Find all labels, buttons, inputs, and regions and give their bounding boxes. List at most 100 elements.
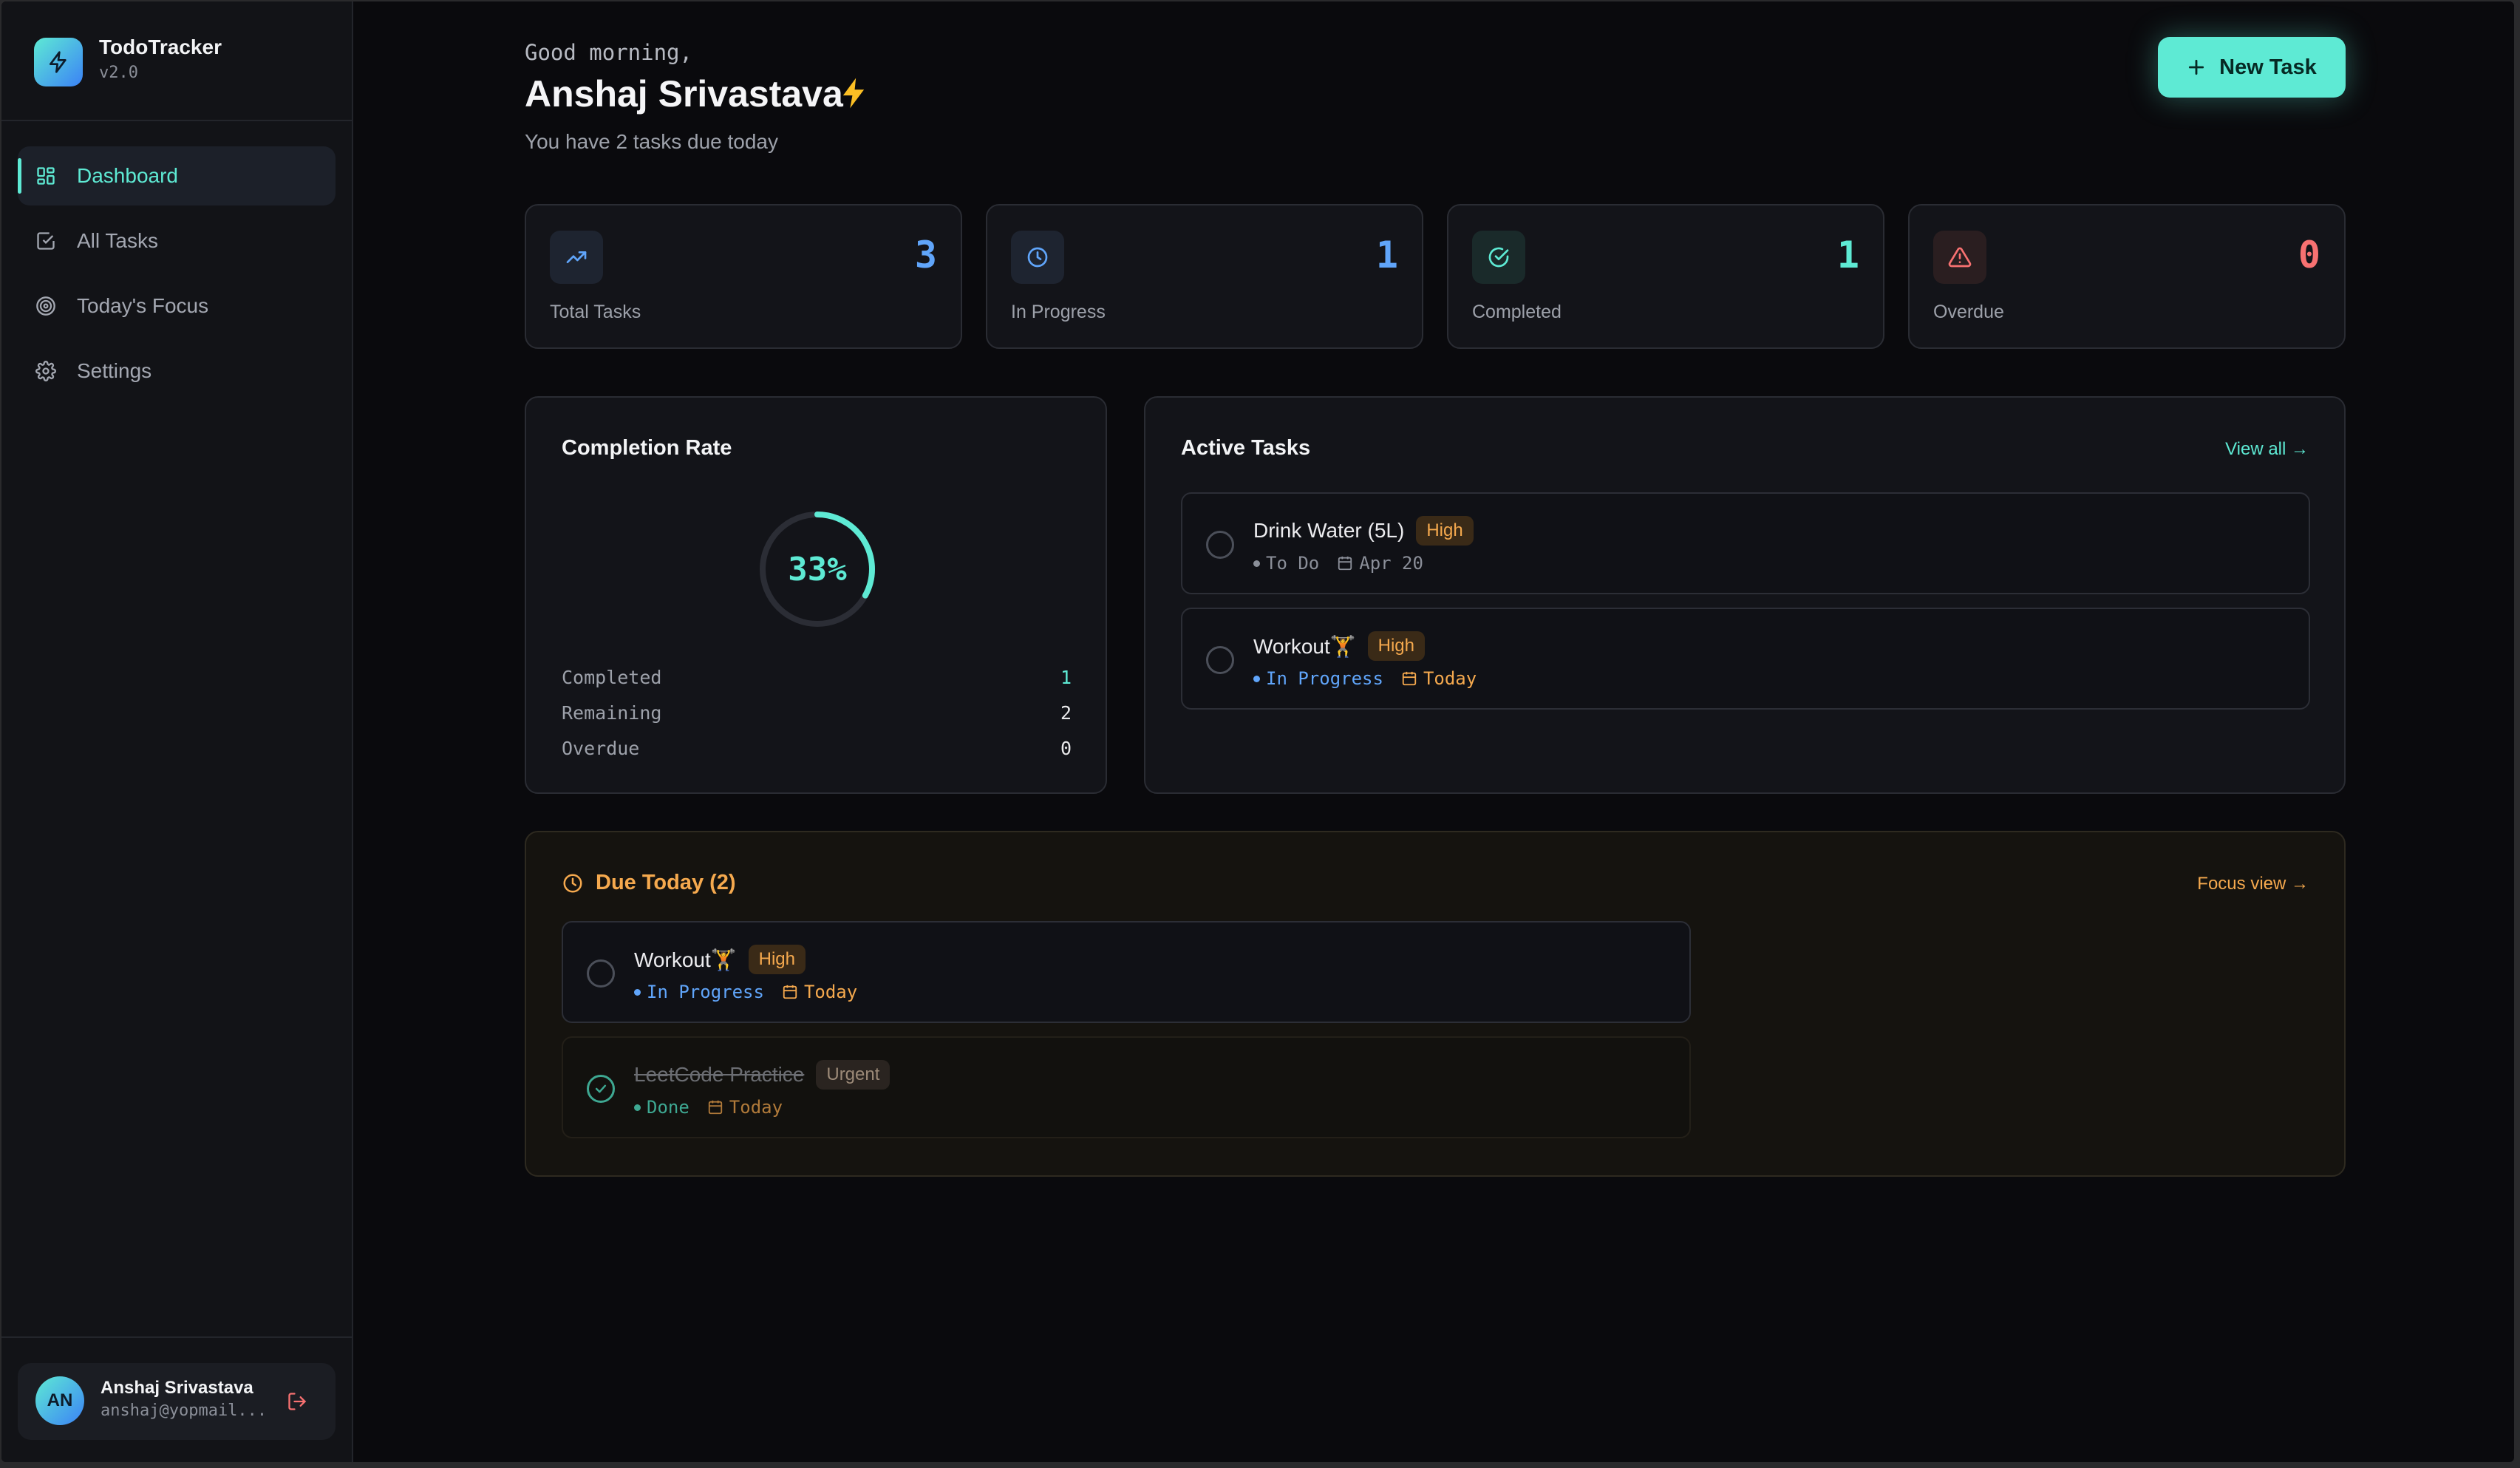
app-window: TodoTracker v2.0 Dashboard All Tasks Tod… [1, 1, 2514, 1462]
new-task-button[interactable]: New Task [2158, 37, 2346, 98]
sidebar-item-label: All Tasks [77, 229, 158, 252]
divider [1, 1336, 352, 1338]
priority-badge: High [1416, 516, 1474, 546]
calendar-icon [1402, 671, 1417, 686]
bolt-logo-icon [34, 38, 83, 86]
task-title-text: Workout🏋 [1253, 634, 1356, 658]
task-row[interactable]: Workout🏋 High In Progress Today [1181, 608, 2310, 710]
calendar-icon [708, 1100, 722, 1115]
section-title: Due Today (2) [562, 871, 736, 895]
task-title-text: LeetCode Practice [634, 1063, 805, 1086]
section-title: Active Tasks [1181, 436, 1311, 460]
new-task-label: New Task [2219, 55, 2317, 79]
sidebar-item-dashboard[interactable]: Dashboard [18, 146, 336, 205]
stat-card-completed: 1 Completed [1447, 204, 1884, 349]
task-title: LeetCode Practice Urgent [634, 1060, 890, 1090]
stat-value: 0 [2298, 234, 2320, 276]
task-meta: In Progress Today [634, 982, 857, 1002]
task-checkbox[interactable] [587, 959, 615, 988]
sidebar-item-label: Today's Focus [77, 294, 209, 317]
sidebar-item-label: Settings [77, 359, 152, 382]
rate-label: Remaining [562, 702, 662, 724]
stat-value: 1 [1836, 234, 1859, 276]
app-name: TodoTracker [99, 35, 222, 58]
page-title: Anshaj Srivastava [525, 73, 843, 115]
stat-label: Completed [1472, 302, 1562, 322]
task-title-text: Workout🏋 [634, 948, 737, 971]
focus-view-link[interactable]: Focus view → [2197, 874, 2309, 894]
task-title: Drink Water (5L) High [1253, 516, 1474, 546]
task-row[interactable]: Drink Water (5L) High To Do Apr 20 [1181, 492, 2310, 594]
app-version: v2.0 [99, 64, 138, 82]
task-row[interactable]: LeetCode Practice Urgent Done Today [562, 1036, 1691, 1138]
task-meta: In Progress Today [1253, 668, 1477, 689]
task-meta: To Do Apr 20 [1253, 553, 1423, 574]
rate-row-remaining: Remaining 2 [562, 702, 1072, 724]
stat-value: 1 [1375, 234, 1398, 276]
due-date: Apr 20 [1337, 553, 1423, 574]
due-date: Today [782, 982, 857, 1002]
sidebar-item-todays-focus[interactable]: Today's Focus [18, 276, 336, 336]
status-label: To Do [1253, 553, 1319, 574]
grid-icon [34, 164, 58, 188]
task-title-text: Drink Water (5L) [1253, 519, 1405, 542]
target-icon [34, 294, 58, 318]
rate-value: 1 [1060, 667, 1072, 688]
due-date: Today [1401, 668, 1477, 689]
view-all-link[interactable]: View all → [2225, 439, 2309, 460]
stat-label: Overdue [1933, 302, 2004, 322]
user-email: anshaj@yopmail... [101, 1401, 268, 1420]
completion-rate-card: Completion Rate 33% Completed 1 Remainin… [525, 396, 1107, 794]
calendar-icon [1338, 556, 1352, 571]
lightning-icon [840, 77, 868, 113]
sidebar-item-all-tasks[interactable]: All Tasks [18, 211, 336, 271]
sidebar: TodoTracker v2.0 Dashboard All Tasks Tod… [1, 1, 353, 1462]
stat-card-total: 3 Total Tasks [525, 204, 962, 349]
status-label: In Progress [1253, 668, 1383, 689]
priority-badge: Urgent [816, 1060, 890, 1090]
active-tasks-card: Active Tasks View all → Drink Water (5L)… [1144, 396, 2346, 794]
plus-icon [2189, 59, 2204, 75]
rate-label: Overdue [562, 738, 640, 759]
due-today-card: Due Today (2) Focus view → Workout🏋 High… [525, 831, 2346, 1177]
status-label: In Progress [634, 982, 764, 1002]
due-summary: You have 2 tasks due today [525, 130, 778, 153]
check-circle-icon [1472, 231, 1525, 284]
rate-row-overdue: Overdue 0 [562, 738, 1072, 759]
avatar: AN [35, 1376, 84, 1425]
stat-card-in-progress: 1 In Progress [986, 204, 1423, 349]
task-meta: Done Today [634, 1097, 783, 1118]
task-checkbox[interactable] [1206, 646, 1234, 674]
task-checkbox[interactable] [1206, 531, 1234, 559]
sidebar-item-label: Dashboard [77, 164, 178, 187]
user-name: Anshaj Srivastava [101, 1378, 253, 1398]
alert-triangle-icon [1933, 231, 1986, 284]
calendar-icon [783, 985, 797, 999]
stat-label: Total Tasks [550, 302, 641, 322]
checkbox-icon [34, 229, 58, 253]
task-row[interactable]: Workout🏋 High In Progress Today [562, 921, 1691, 1023]
logout-icon[interactable] [284, 1388, 310, 1415]
rate-value: 0 [1060, 738, 1072, 759]
clock-icon [563, 874, 582, 892]
task-checkbox-checked[interactable] [587, 1075, 615, 1103]
rate-label: Completed [562, 667, 662, 688]
clock-icon [1011, 231, 1064, 284]
sidebar-nav: Dashboard All Tasks Today's Focus Settin… [18, 146, 336, 407]
rate-value: 2 [1060, 702, 1072, 724]
brand: TodoTracker v2.0 [1, 1, 352, 121]
check-icon [595, 1084, 607, 1093]
user-card: AN Anshaj Srivastava anshaj@yopmail... [18, 1363, 336, 1440]
rate-row-completed: Completed 1 [562, 667, 1072, 688]
stat-card-overdue: 0 Overdue [1908, 204, 2346, 349]
task-title: Workout🏋 High [634, 945, 806, 974]
priority-badge: High [1367, 631, 1425, 661]
stat-label: In Progress [1011, 302, 1106, 322]
sidebar-item-settings[interactable]: Settings [18, 341, 336, 401]
due-date: Today [707, 1097, 783, 1118]
priority-badge: High [748, 945, 806, 974]
completion-percent: 33% [788, 550, 847, 588]
status-label: Done [634, 1097, 689, 1118]
gear-icon [34, 359, 58, 383]
stat-value: 3 [914, 234, 937, 276]
